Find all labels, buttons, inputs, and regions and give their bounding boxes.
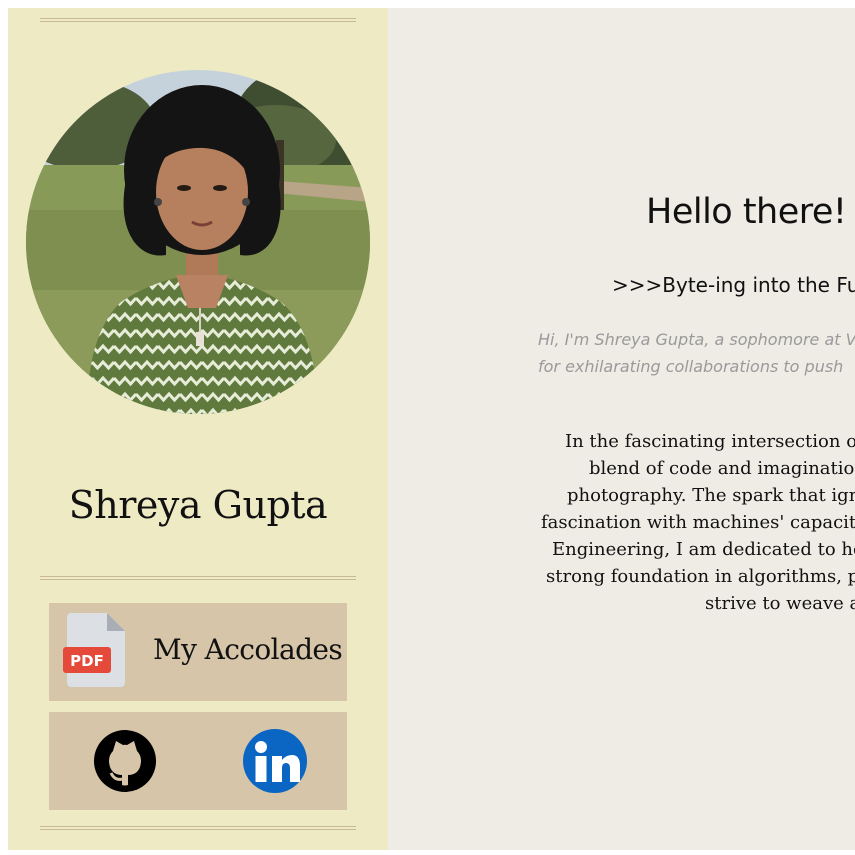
bio-line: strong foundation in algorithms, pr [546, 566, 855, 587]
bio-line: fascination with machines' capacity [541, 512, 855, 533]
bottom-divider [40, 826, 356, 830]
tagline: >>>Byte-ing into the Futu [612, 273, 855, 297]
bio-line: photography. The spark that igni [567, 485, 855, 506]
intro-line: for exhilarating collaborations to push [538, 357, 844, 376]
bio-line: Engineering, I am dedicated to hon [552, 539, 855, 560]
profile-photo [26, 70, 370, 414]
pdf-badge: PDF [70, 652, 104, 670]
intro-line: Hi, I'm Shreya Gupta, a sophomore at V [538, 330, 855, 349]
bio-paragraph: In the fascinating intersection of blend… [538, 428, 855, 617]
sidebar: Shreya Gupta PDF My Accolades [8, 8, 388, 850]
linkedin-icon[interactable] [242, 728, 308, 799]
bio-line: blend of code and imagination [589, 458, 855, 479]
social-links [49, 712, 347, 810]
accolades-label: My Accolades [153, 633, 343, 666]
profile-name: Shreya Gupta [68, 483, 328, 527]
bio-line: In the fascinating intersection of [565, 431, 855, 452]
greeting-heading: Hello there! I' [646, 192, 855, 232]
main-content: Hello there! I' >>>Byte-ing into the Fut… [388, 8, 855, 850]
bio-line: strive to weave a [705, 593, 855, 614]
github-icon[interactable] [93, 729, 157, 798]
middle-divider [40, 576, 356, 580]
pdf-file-icon: PDF [63, 611, 127, 692]
accolades-button[interactable]: PDF My Accolades [49, 603, 347, 701]
page-frame: Shreya Gupta PDF My Accolades Hello ther… [8, 8, 855, 850]
top-divider [40, 18, 356, 22]
profile-photo-illustration [26, 70, 370, 414]
intro-text: Hi, I'm Shreya Gupta, a sophomore at V f… [538, 326, 855, 380]
